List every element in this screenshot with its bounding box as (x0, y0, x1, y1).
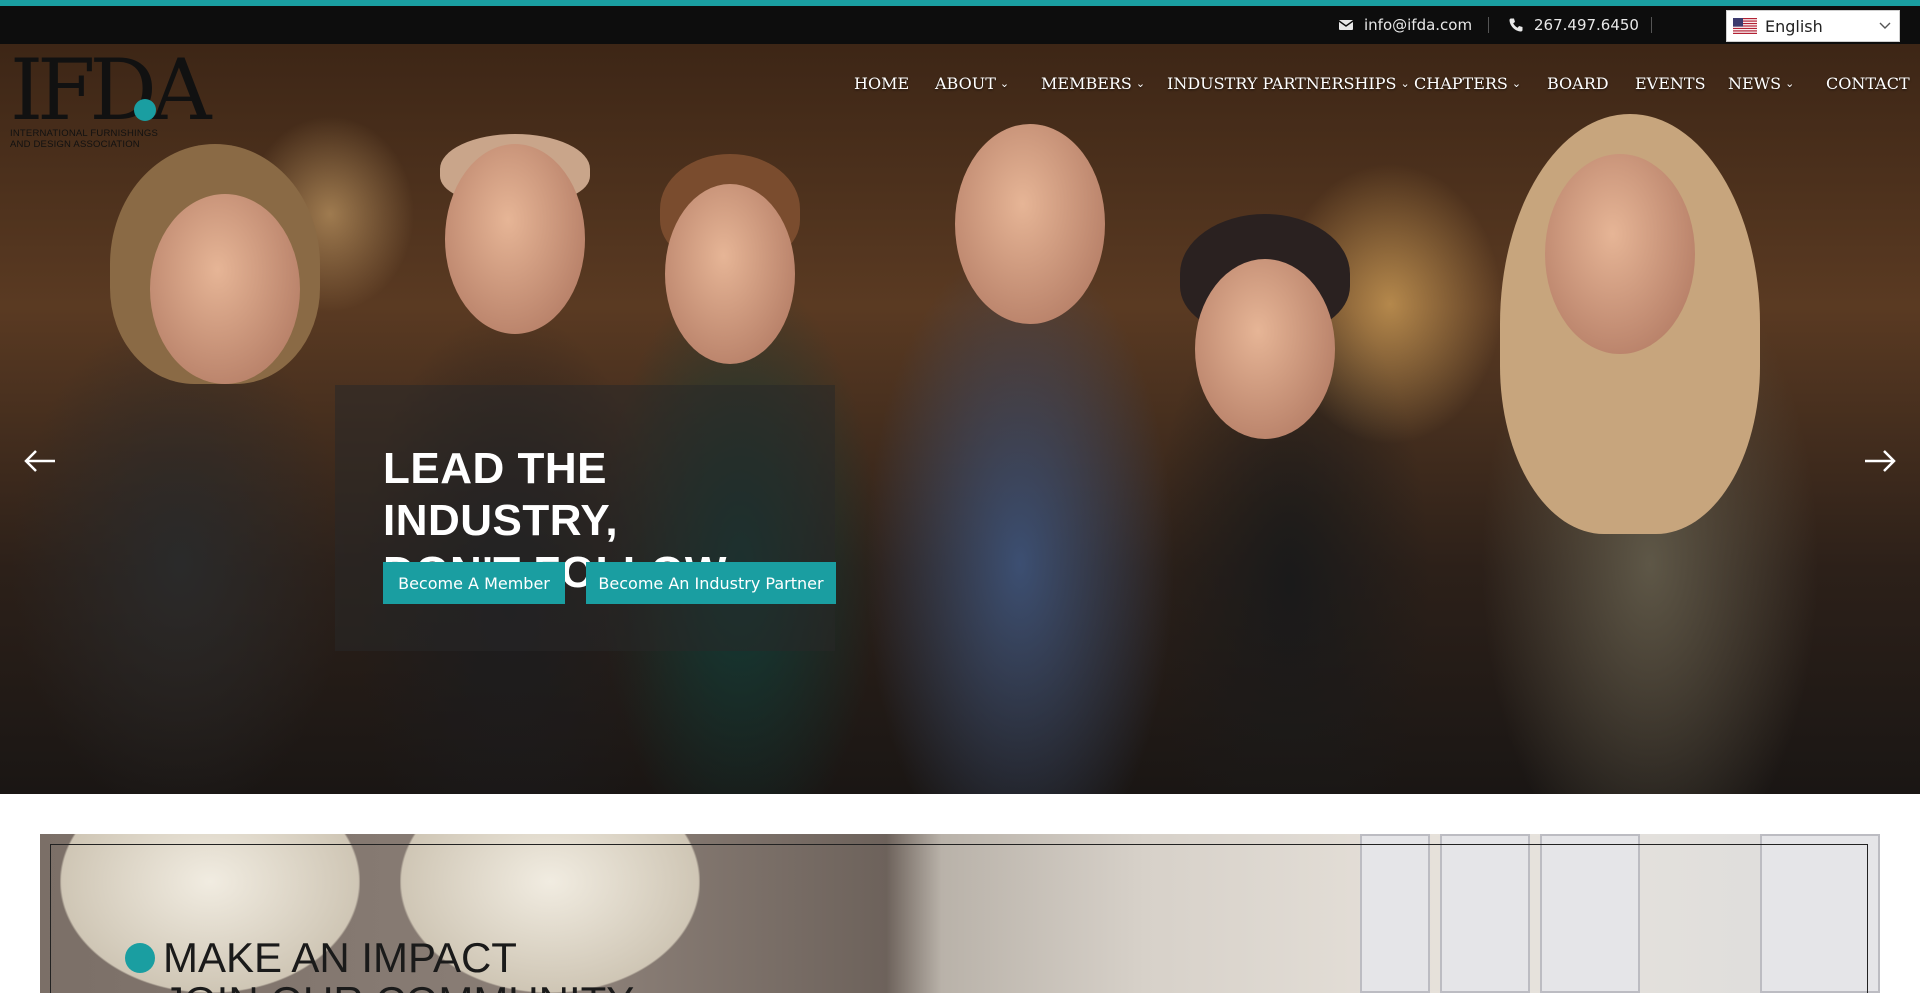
become-member-button[interactable]: Become A Member (383, 562, 565, 604)
chevron-down-icon: ⌄ (1785, 76, 1795, 90)
phone-text: 267.497.6450 (1534, 16, 1639, 34)
nav-contact[interactable]: CONTACT (1826, 66, 1910, 100)
contact-bar: info@ifda.com 267.497.6450 English (0, 6, 1920, 44)
nav-label: EVENTS (1635, 73, 1706, 93)
logo-line1: INTERNATIONAL FURNISHINGS (10, 128, 159, 139)
logo-tagline: INTERNATIONAL FURNISHINGS AND DESIGN ASS… (10, 128, 158, 150)
nav-events[interactable]: EVENTS (1635, 66, 1706, 100)
phone-link[interactable]: 267.497.6450 (1508, 6, 1639, 44)
arrow-left-icon[interactable] (22, 446, 58, 476)
email-text: info@ifda.com (1364, 16, 1473, 34)
arrow-right-icon[interactable] (1862, 446, 1898, 476)
language-label: English (1765, 16, 1823, 36)
hero-photo-detail (665, 184, 795, 364)
nav-chapters[interactable]: CHAPTERS ⌄ (1414, 66, 1521, 100)
nav-label: BOARD (1547, 73, 1609, 93)
nav-label: ABOUT (935, 73, 996, 93)
nav-label: INDUSTRY PARTNERSHIPS (1167, 73, 1397, 93)
section-heading: MAKE AN IMPACT (125, 934, 517, 982)
hero-photo-detail (1195, 259, 1335, 439)
nav-label: NEWS (1728, 73, 1782, 93)
impact-section: MAKE AN IMPACT JOIN OUR COMMUNITY (40, 834, 1880, 993)
envelope-icon (1338, 20, 1354, 30)
chevron-down-icon: ⌄ (999, 76, 1010, 90)
nav-industry-partnerships[interactable]: INDUSTRY PARTNERSHIPS ⌄ (1167, 66, 1410, 100)
heading-line2: JOIN OUR COMMUNITY (163, 978, 634, 993)
hero-photo-detail (150, 194, 300, 384)
hero-photo-detail (955, 124, 1105, 324)
chevron-down-icon: ⌄ (1135, 76, 1146, 90)
phone-icon (1509, 18, 1523, 32)
chevron-down-icon: ⌄ (1400, 76, 1410, 90)
nav-board[interactable]: BOARD (1547, 66, 1609, 100)
main-navigation: HOME ABOUT ⌄ MEMBERS ⌄ INDUSTRY PARTNERSHI… (0, 66, 1920, 100)
nav-members[interactable]: MEMBERS ⌄ (1041, 66, 1145, 100)
nav-about[interactable]: ABOUT ⌄ (935, 66, 1009, 100)
us-flag-icon (1733, 18, 1757, 34)
become-partner-button[interactable]: Become An Industry Partner (586, 562, 836, 604)
divider (1651, 17, 1652, 33)
hero-title-line1: LEAD THE INDUSTRY, (383, 444, 619, 545)
nav-label: HOME (854, 73, 910, 93)
nav-news[interactable]: NEWS ⌄ (1728, 66, 1794, 100)
bullet-dot (125, 943, 155, 973)
nav-label: MEMBERS (1041, 73, 1132, 93)
heading-line1: MAKE AN IMPACT (163, 934, 517, 981)
nav-home[interactable]: HOME (854, 66, 909, 100)
logo-dot (134, 99, 156, 121)
hero-caption: LEAD THE INDUSTRY, DON'T FOLLOW Become A… (335, 385, 836, 651)
chevron-down-icon: ⌄ (1511, 76, 1522, 90)
hero-photo-detail (445, 144, 585, 334)
logo-line2: AND DESIGN ASSOCIATION (10, 139, 140, 150)
hero-photo-detail (1545, 154, 1695, 354)
nav-label: CONTACT (1826, 73, 1910, 93)
divider (1488, 17, 1489, 33)
hero-slider: LEAD THE INDUSTRY, DON'T FOLLOW Become A… (0, 44, 1920, 794)
chevron-down-icon (1879, 22, 1891, 29)
nav-label: CHAPTERS (1414, 73, 1508, 93)
email-link[interactable]: info@ifda.com (1338, 6, 1472, 44)
language-select[interactable]: English (1726, 10, 1900, 42)
